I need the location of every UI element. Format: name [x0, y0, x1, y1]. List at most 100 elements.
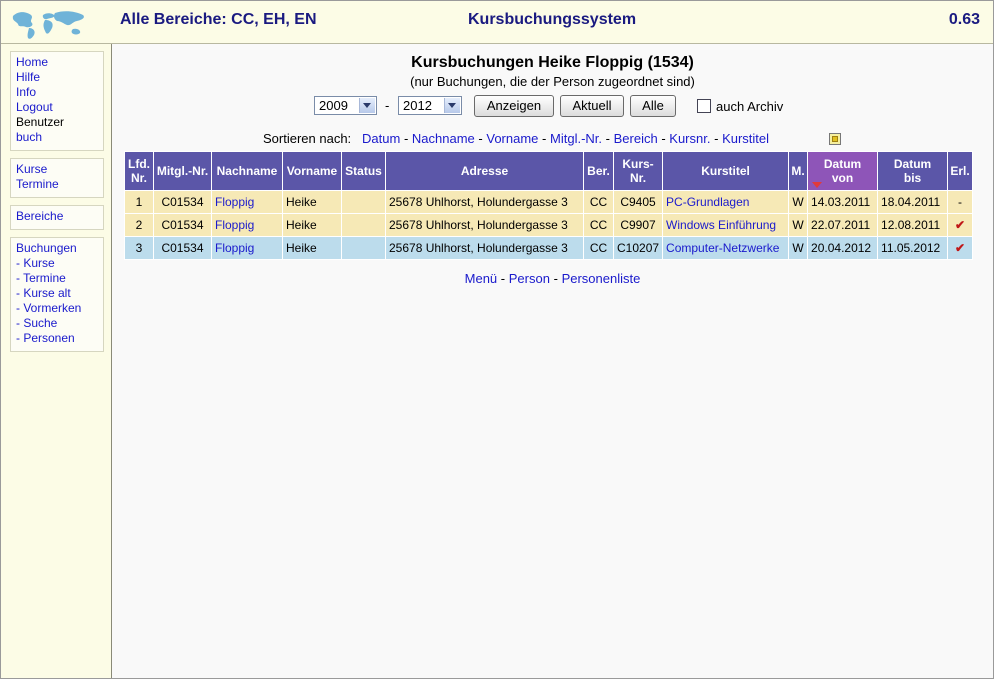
footer-separator: -	[500, 271, 506, 286]
cell-nachname-link[interactable]: Floppig	[215, 195, 254, 209]
cell-mitgl-nr: C01534	[154, 214, 211, 236]
col-header-nachname: Nachname	[212, 152, 282, 190]
show-button[interactable]: Anzeigen	[474, 95, 554, 117]
sidebar: Home Hilfe Info Logout Benutzer buch Kur…	[1, 44, 112, 678]
col-header-adresse: Adresse	[386, 152, 583, 190]
footer-separator: -	[553, 271, 558, 286]
sidebar-item-termine[interactable]: Termine	[16, 177, 103, 192]
cell-nachname-link[interactable]: Floppig	[215, 218, 254, 232]
col-header-status: Status	[342, 152, 385, 190]
sidebar-item-bereiche[interactable]: Bereiche	[16, 209, 103, 224]
sidebar-group-bookings: Buchungen - Kurse - Termine - Kurse alt …	[10, 237, 104, 352]
app-title: Kursbuchungssystem	[468, 11, 637, 28]
current-button[interactable]: Aktuell	[560, 95, 624, 117]
cell-kurs-nr: C10207	[614, 237, 663, 259]
cell-mitgl-nr: C01534	[154, 237, 211, 259]
chevron-down-icon	[444, 98, 460, 113]
checkmark-icon: ✔	[948, 237, 973, 259]
sort-link-datum[interactable]: Datum	[362, 131, 400, 146]
sidebar-item-buchungen-suche[interactable]: - Suche	[16, 316, 103, 331]
cell-bereich: CC	[584, 237, 613, 259]
sidebar-item-buchungen-personen[interactable]: - Personen	[16, 331, 103, 346]
cell-vorname: Heike	[283, 191, 341, 213]
col-header-kurs-nr: Kurs- Nr.	[614, 152, 663, 190]
cell-adresse: 25678 Uhlhorst, Holundergasse 3	[386, 214, 583, 236]
table-row: 2 C01534 Floppig Heike 25678 Uhlhorst, H…	[125, 214, 973, 236]
sort-link-nachname[interactable]: Nachname	[412, 131, 475, 146]
cell-status	[342, 191, 385, 213]
top-header: Alle Bereiche: CC, EH, EN Kursbuchungssy…	[1, 1, 993, 44]
col-header-lfd-nr: Lfd. Nr.	[125, 152, 153, 190]
cell-kurstitel-link[interactable]: Windows Einführung	[666, 218, 776, 232]
cell-vorname: Heike	[283, 214, 341, 236]
col-header-datum-bis: Datum bis	[878, 152, 948, 190]
cell-m: W	[789, 214, 808, 236]
sort-link-vorname[interactable]: Vorname	[486, 131, 538, 146]
sidebar-item-buchungen[interactable]: Buchungen	[16, 241, 103, 256]
archive-checkbox[interactable]	[697, 99, 711, 113]
page-subtitle: (nur Buchungen, die der Person zugeordne…	[410, 74, 695, 89]
cell-datum-von: 20.04.2012	[808, 237, 878, 259]
sidebar-item-kurse[interactable]: Kurse	[16, 162, 103, 177]
sort-separator: -	[661, 131, 666, 146]
cell-kurstitel-link[interactable]: Computer-Netzwerke	[666, 241, 779, 255]
footer-link-menu[interactable]: Menü	[465, 271, 498, 286]
table-row: 1 C01534 Floppig Heike 25678 Uhlhorst, H…	[125, 191, 973, 213]
sort-desc-icon	[812, 182, 823, 188]
footer-link-person[interactable]: Person	[509, 271, 550, 286]
col-header-bereich: Ber.	[584, 152, 613, 190]
sidebar-item-hilfe[interactable]: Hilfe	[16, 70, 103, 85]
footer-link-personenliste[interactable]: Personenliste	[562, 271, 641, 286]
sidebar-group-areas: Bereiche	[10, 205, 104, 230]
cell-adresse: 25678 Uhlhorst, Holundergasse 3	[386, 191, 583, 213]
sidebar-item-home[interactable]: Home	[16, 55, 103, 70]
cell-nr: 2	[125, 214, 153, 236]
sidebar-item-buchungen-termine[interactable]: - Termine	[16, 271, 103, 286]
all-button[interactable]: Alle	[630, 95, 676, 117]
sidebar-item-logout[interactable]: Logout	[16, 100, 103, 115]
cell-datum-von: 14.03.2011	[808, 191, 878, 213]
sort-link-kursnr[interactable]: Kursnr.	[669, 131, 710, 146]
sidebar-item-buchungen-vormerken[interactable]: - Vormerken	[16, 301, 103, 316]
cell-m: W	[789, 237, 808, 259]
col-header-erledigt: Erl.	[948, 152, 973, 190]
sidebar-group-courses: Kurse Termine	[10, 158, 104, 198]
sort-link-kurstitel[interactable]: Kurstitel	[722, 131, 769, 146]
sidebar-group-main: Home Hilfe Info Logout Benutzer buch	[10, 51, 104, 151]
cell-status	[342, 214, 385, 236]
table-header-row: Lfd. Nr. Mitgl.-Nr. Nachname Vorname Stat…	[125, 152, 973, 190]
sidebar-item-buchungen-kurse-alt[interactable]: - Kurse alt	[16, 286, 103, 301]
export-icon[interactable]	[829, 133, 841, 145]
sort-link-mitgl-nr[interactable]: Mitgl.-Nr.	[550, 131, 602, 146]
col-header-datum-von[interactable]: Datum von	[808, 152, 878, 190]
year-from-select[interactable]: 2009	[314, 96, 377, 115]
cell-nachname-link[interactable]: Floppig	[215, 241, 254, 255]
sidebar-item-user-buch[interactable]: buch	[16, 130, 103, 145]
cell-m: W	[789, 191, 808, 213]
sidebar-item-info[interactable]: Info	[16, 85, 103, 100]
sidebar-item-buchungen-kurse[interactable]: - Kurse	[16, 256, 103, 271]
archive-checkbox-label: auch Archiv	[716, 99, 784, 114]
year-to-select[interactable]: 2012	[398, 96, 462, 115]
cell-kurs-nr: C9405	[614, 191, 663, 213]
sort-bar: Sortieren nach: Datum - Nachname - Vorna…	[263, 131, 769, 146]
cell-erledigt: -	[948, 191, 973, 213]
chevron-down-icon	[359, 98, 375, 113]
sort-prefix: Sortieren nach:	[263, 131, 352, 146]
sort-link-bereich[interactable]: Bereich	[614, 131, 658, 146]
cell-status	[342, 237, 385, 259]
col-header-kurstitel: Kurstitel	[663, 152, 789, 190]
cell-kurstitel-link[interactable]: PC-Grundlagen	[666, 195, 749, 209]
sort-separator: -	[403, 131, 409, 146]
col-header-m: M.	[789, 152, 808, 190]
year-to-value: 2012	[403, 98, 432, 113]
page-title: Kursbuchungen Heike Floppig (1534)	[411, 54, 694, 71]
cell-mitgl-nr: C01534	[154, 191, 211, 213]
header-area-label: Alle Bereiche: CC, EH, EN	[120, 11, 317, 28]
cell-vorname: Heike	[283, 237, 341, 259]
cell-kurs-nr: C9907	[614, 214, 663, 236]
main-content: Kursbuchungen Heike Floppig (1534) (nur …	[112, 44, 993, 678]
cell-bereich: CC	[584, 191, 613, 213]
cell-adresse: 25678 Uhlhorst, Holundergasse 3	[386, 237, 583, 259]
sort-separator: -	[605, 131, 610, 146]
